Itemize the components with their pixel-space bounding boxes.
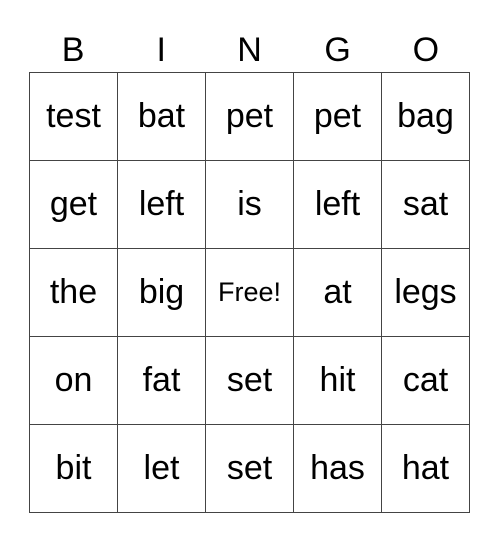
bingo-header: B I N G O bbox=[29, 28, 470, 72]
bingo-cell: pet bbox=[205, 72, 294, 161]
bingo-grid: test bat pet pet bag get left is left sat the big Fr… bbox=[29, 72, 470, 513]
bingo-cell: set bbox=[205, 336, 294, 425]
bingo-cell: left bbox=[117, 160, 206, 249]
bingo-cell: bag bbox=[381, 72, 470, 161]
bingo-cell: get bbox=[29, 160, 118, 249]
bingo-cell: pet bbox=[293, 72, 382, 161]
grid-row: the big Free! at legs bbox=[29, 248, 470, 337]
header-letter-o: O bbox=[412, 31, 440, 69]
bingo-cell: the bbox=[29, 248, 118, 337]
grid-row: test bat pet pet bag bbox=[29, 72, 470, 161]
grid-row: get left is left sat bbox=[29, 160, 470, 249]
bingo-cell: let bbox=[117, 424, 206, 513]
bingo-cell: cat bbox=[381, 336, 470, 425]
bingo-cell: bit bbox=[29, 424, 118, 513]
bingo-cell: has bbox=[293, 424, 382, 513]
bingo-cell: big bbox=[117, 248, 206, 337]
bingo-cell: sat bbox=[381, 160, 470, 249]
bingo-cell: is bbox=[205, 160, 294, 249]
header-letter-i: I bbox=[156, 31, 166, 69]
grid-row: on fat set hit cat bbox=[29, 336, 470, 425]
header-letter-n: N bbox=[237, 31, 262, 69]
bingo-cell: fat bbox=[117, 336, 206, 425]
bingo-cell: set bbox=[205, 424, 294, 513]
bingo-cell: left bbox=[293, 160, 382, 249]
bingo-cell: test bbox=[29, 72, 118, 161]
bingo-cell: legs bbox=[381, 248, 470, 337]
bingo-cell: on bbox=[29, 336, 118, 425]
header-letter-b: B bbox=[61, 31, 85, 69]
bingo-cell: at bbox=[293, 248, 382, 337]
bingo-cell: hit bbox=[293, 336, 382, 425]
bingo-cell: hat bbox=[381, 424, 470, 513]
grid-row: bit let set has hat bbox=[29, 424, 470, 513]
header-letter-g: G bbox=[324, 31, 351, 69]
bingo-cell: bat bbox=[117, 72, 206, 161]
free-cell: Free! bbox=[205, 248, 294, 337]
